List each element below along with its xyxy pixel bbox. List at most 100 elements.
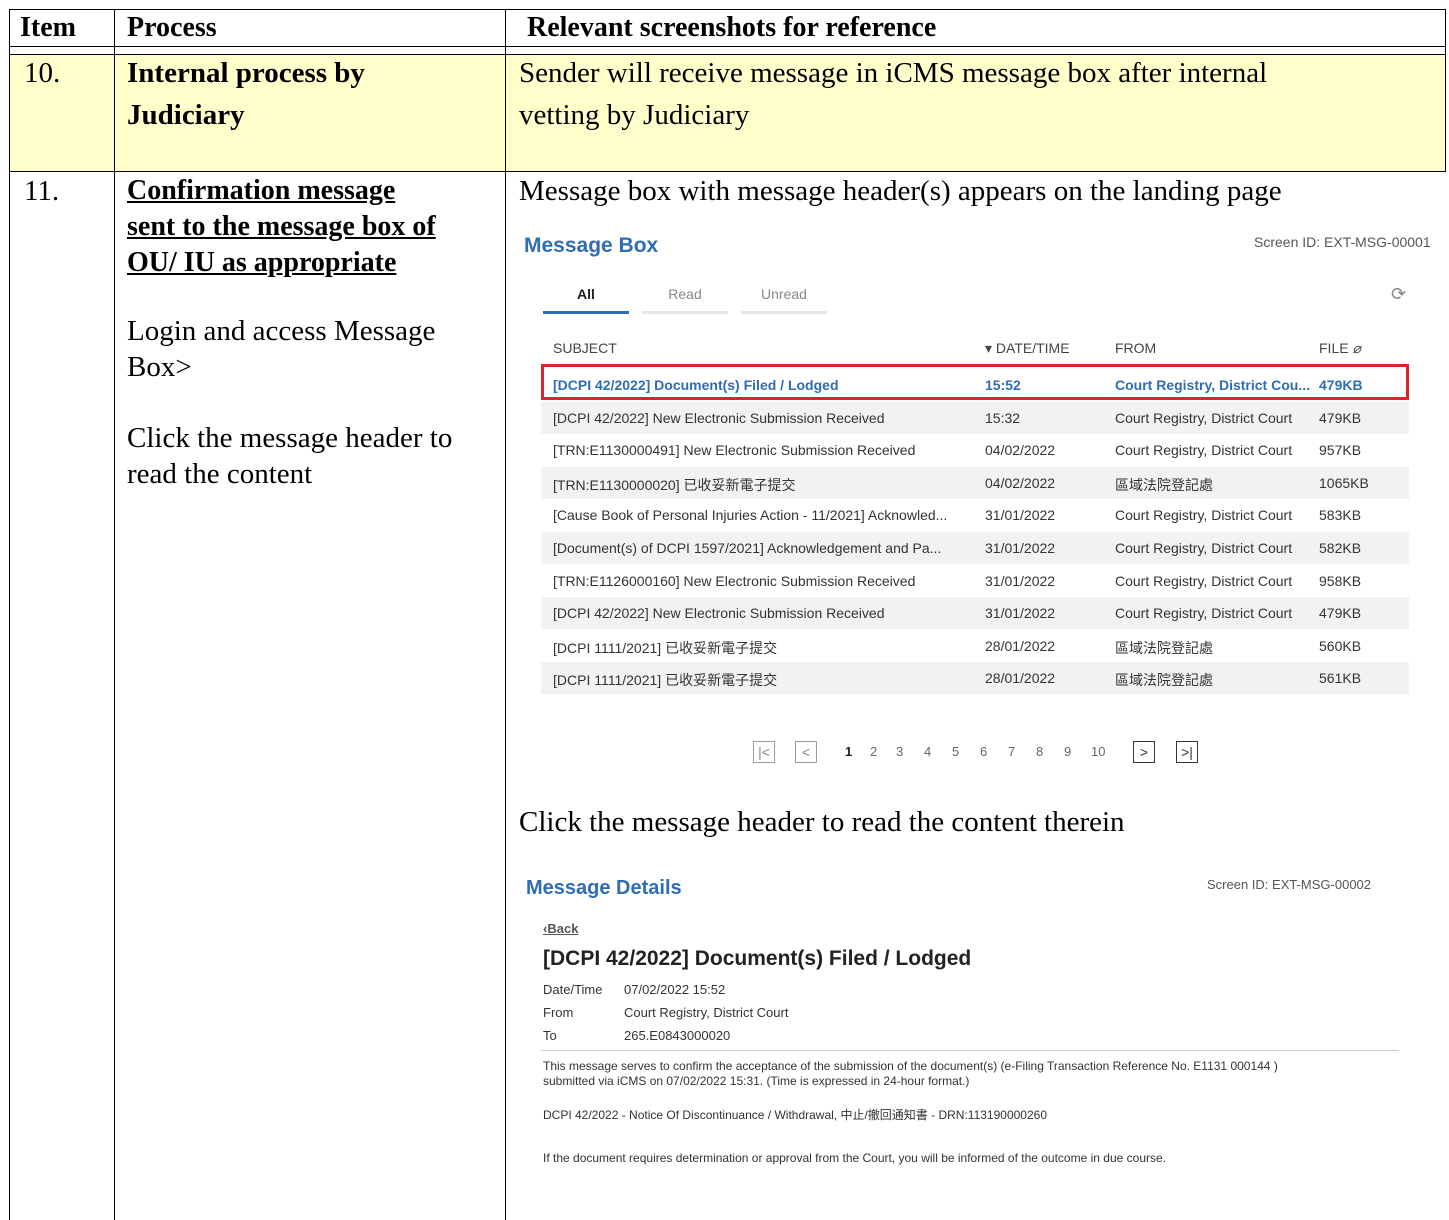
row-from: Court Registry, District Court: [1115, 540, 1293, 556]
header-process: Process: [127, 12, 217, 43]
page-number-5[interactable]: 5: [952, 744, 959, 759]
row11-process-title: Confirmation message sent to the message…: [127, 173, 436, 281]
page-number-3[interactable]: 3: [896, 744, 903, 759]
table-row[interactable]: [TRN:E1130000020] 已收妥新電子提交 04/02/2022 區域法院…: [541, 467, 1409, 499]
row-subject: [DCPI 1111/2021] 已收妥新電子提交: [553, 640, 778, 656]
row-file: 561KB: [1319, 670, 1362, 686]
row-from: Court Registry, District Court: [1115, 573, 1293, 589]
row-subject: [DCPI 1111/2021] 已收妥新電子提交: [553, 672, 778, 688]
row-subject: [DCPI 42/2022] New Electronic Submission…: [553, 605, 885, 621]
row-datetime: 28/01/2022: [985, 638, 1056, 654]
page-number-10[interactable]: 10: [1091, 744, 1105, 759]
column-from[interactable]: FROM: [1115, 340, 1156, 356]
row-datetime: 31/01/2022: [985, 540, 1056, 556]
row-from: 區域法院登記處: [1115, 672, 1213, 688]
row-datetime: 15:32: [985, 410, 1021, 426]
tab-all[interactable]: All: [543, 286, 629, 302]
page-number-2[interactable]: 2: [870, 744, 877, 759]
highlight-box: [541, 364, 1409, 400]
tab-unread-underline: [741, 311, 827, 314]
row10-reference-line2: vetting by Judiciary: [519, 99, 750, 131]
table-row[interactable]: [DCPI 1111/2021] 已收妥新電子提交 28/01/2022 區域法院登…: [541, 630, 1409, 662]
table-row[interactable]: [Cause Book of Personal Injuries Action …: [541, 499, 1409, 531]
row-datetime: 31/01/2022: [985, 605, 1056, 621]
next-page-button[interactable]: >: [1133, 741, 1155, 763]
column-file-label: FILE: [1319, 340, 1349, 356]
row11-step1-line2: Box>: [127, 351, 192, 383]
row-datetime: 31/01/2022: [985, 573, 1056, 589]
tab-read-underline: [642, 311, 728, 314]
row-datetime: 31/01/2022: [985, 507, 1056, 523]
refresh-icon[interactable]: ⟳: [1391, 284, 1406, 305]
header-reference: Relevant screenshots for reference: [527, 12, 937, 43]
table-row[interactable]: [Document(s) of DCPI 1597/2021] Acknowle…: [541, 532, 1409, 564]
row-file: 560KB: [1319, 638, 1362, 654]
row-subject: [TRN:E1126000160] New Electronic Submiss…: [553, 573, 916, 589]
back-link[interactable]: ‹Back: [543, 921, 578, 936]
row11-step2-line2: read the content: [127, 458, 313, 490]
row-from: Court Registry, District Court: [1115, 507, 1293, 523]
table-row[interactable]: [DCPI 42/2022] New Electronic Submission…: [541, 597, 1409, 629]
row-datetime: 04/02/2022: [985, 475, 1056, 491]
row-subject: [TRN:E1130000491] New Electronic Submiss…: [553, 442, 916, 458]
column-subject[interactable]: SUBJECT: [553, 340, 617, 356]
field-from-label: From: [543, 1005, 574, 1020]
row-file: 479KB: [1319, 410, 1362, 426]
tab-all-underline: [543, 311, 629, 314]
row-file: 957KB: [1319, 442, 1362, 458]
page-number-8[interactable]: 8: [1036, 744, 1043, 759]
table-row[interactable]: [DCPI 42/2022] New Electronic Submission…: [541, 402, 1409, 434]
row11-title-line3: OU/ IU as appropriate: [127, 247, 397, 278]
message-details-screen-id: Screen ID: EXT-MSG-00002: [1207, 877, 1372, 892]
document-line: DCPI 42/2022 - Notice Of Discontinuance …: [543, 1108, 1047, 1122]
field-to-label: To: [543, 1028, 557, 1043]
message-body-line2: submitted via iCMS on 07/02/2022 15:31. …: [543, 1074, 970, 1088]
message-box-title: Message Box: [524, 234, 659, 257]
table-left-border: [9, 9, 10, 1220]
row-file: 1065KB: [1319, 475, 1369, 491]
message-body-line1: This message serves to confirm the accep…: [543, 1059, 1278, 1073]
row-from: Court Registry, District Court: [1115, 442, 1293, 458]
page-number-4[interactable]: 4: [924, 744, 931, 759]
row11-item: 11.: [24, 175, 60, 207]
message-body: This message serves to confirm the accep…: [543, 1059, 1403, 1089]
row-datetime: 28/01/2022: [985, 670, 1056, 686]
field-datetime-label: Date/Time: [543, 982, 603, 997]
page-number-6[interactable]: 6: [980, 744, 987, 759]
prev-page-button[interactable]: <: [795, 741, 817, 763]
row-subject: [TRN:E1130000020] 已收妥新電子提交: [553, 477, 796, 493]
row10-process-line2: Judiciary: [127, 99, 245, 131]
row11-step2-line1: Click the message header to: [127, 422, 453, 454]
footer-line: If the document requires determination o…: [543, 1151, 1166, 1165]
header-item: Item: [20, 12, 76, 43]
row11-step1-line1: Login and access Message: [127, 315, 436, 347]
row11-step1: Login and access Message Box>: [127, 313, 435, 385]
row-file: 582KB: [1319, 540, 1362, 556]
column-datetime[interactable]: ▾ DATE/TIME: [985, 340, 1070, 357]
row-from: Court Registry, District Court: [1115, 410, 1293, 426]
table-row[interactable]: [DCPI 1111/2021] 已收妥新電子提交 28/01/2022 區域法院登…: [541, 662, 1409, 694]
table-right-border: [1445, 9, 1446, 172]
back-label: Back: [547, 921, 579, 936]
column-file[interactable]: FILE ⌀: [1319, 340, 1361, 357]
page-number-9[interactable]: 9: [1064, 744, 1071, 759]
caption-message-box: Message box with message header(s) appea…: [519, 175, 1282, 207]
first-page-button[interactable]: |<: [753, 741, 775, 763]
tab-unread[interactable]: Unread: [741, 286, 827, 302]
row11-step2: Click the message header to read the con…: [127, 420, 452, 492]
row-from: Court Registry, District Court: [1115, 605, 1293, 621]
row-file: 958KB: [1319, 573, 1362, 589]
row11-title-line2: sent to the message box of: [127, 211, 436, 242]
table-row[interactable]: [TRN:E1130000491] New Electronic Submiss…: [541, 434, 1409, 466]
table-row[interactable]: [TRN:E1126000160] New Electronic Submiss…: [541, 565, 1409, 597]
page-number-1[interactable]: 1: [845, 744, 852, 759]
page-number-7[interactable]: 7: [1008, 744, 1015, 759]
row10-process: Internal process by Judiciary: [127, 52, 365, 136]
header-bottom-border: [9, 46, 1446, 47]
row11-title-line1: Confirmation message: [127, 175, 396, 206]
message-box-screen-id: Screen ID: EXT-MSG-00001: [1254, 234, 1431, 250]
row-from: 區域法院登記處: [1115, 640, 1213, 656]
last-page-button[interactable]: >|: [1176, 741, 1198, 763]
details-divider: [541, 1050, 1399, 1051]
tab-read[interactable]: Read: [642, 286, 728, 302]
